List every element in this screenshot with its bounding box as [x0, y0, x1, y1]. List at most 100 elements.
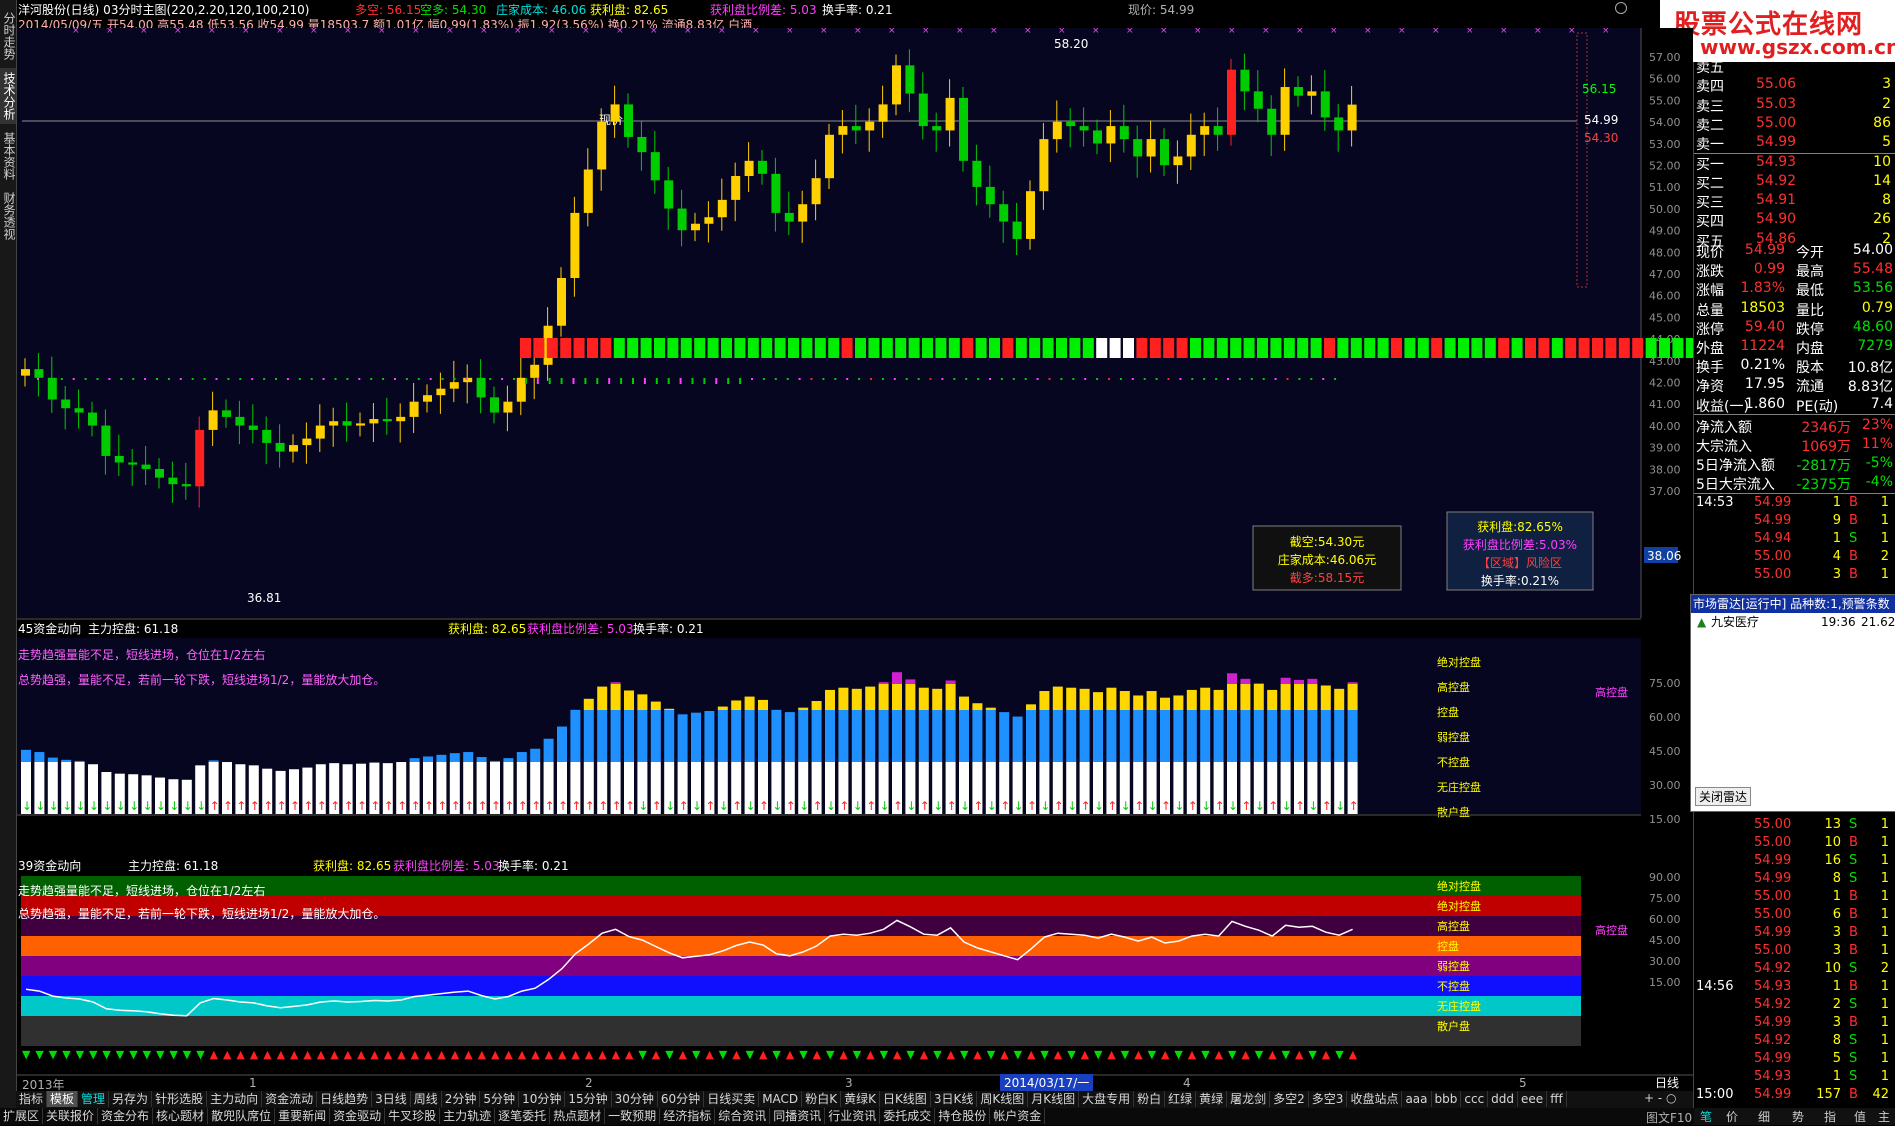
sub2-right-label: 高控盘	[1595, 923, 1628, 937]
sub1-arrow: ↑	[705, 799, 715, 813]
status-tab[interactable]: 牛叉珍股	[385, 1108, 440, 1124]
signal-dot	[584, 378, 586, 384]
radar-close-button[interactable]: 关闭雷达	[1695, 787, 1751, 806]
toolbar-xi[interactable]: 细	[1758, 1108, 1770, 1125]
indicator-tab[interactable]: 30分钟	[612, 1091, 658, 1107]
status-tab[interactable]: 持仓股份	[935, 1108, 990, 1124]
status-tab[interactable]: 同播资讯	[770, 1108, 825, 1124]
indicator-tab[interactable]: aaa	[1402, 1091, 1431, 1107]
status-tab[interactable]: 综合资讯	[715, 1108, 770, 1124]
status-tab[interactable]: 一致预期	[605, 1108, 660, 1124]
main-chart-area[interactable]: 现价 58.20 36.81 57.0056.0055.0054.0053.00…	[17, 28, 1693, 1090]
sub1-arrow: ↑	[625, 799, 635, 813]
status-tab[interactable]: 核心题材	[153, 1108, 208, 1124]
indicator-tab[interactable]: 周线	[411, 1091, 442, 1107]
indicator-tab[interactable]: 黄绿K	[841, 1091, 880, 1107]
indicator-tab[interactable]: 3日K线	[931, 1091, 978, 1107]
indicator-tab[interactable]: 月K线图	[1028, 1091, 1079, 1107]
indicator-tab[interactable]: eee	[1518, 1091, 1547, 1107]
indicator-tab[interactable]: 另存为	[109, 1091, 152, 1107]
indicator-tab[interactable]: ddd	[1488, 1091, 1518, 1107]
status-tab[interactable]: 散兜队席位	[208, 1108, 275, 1124]
indicator-tab[interactable]: 主力动向	[207, 1091, 262, 1107]
indicator-tab[interactable]: 收盘站点	[1347, 1091, 1402, 1107]
order-book-row[interactable]: 买一 54.93 10	[1694, 154, 1895, 173]
signal-bar	[533, 338, 544, 358]
indicator-tab[interactable]: 黄绿	[1196, 1091, 1227, 1107]
status-tab[interactable]: 经济指标	[660, 1108, 715, 1124]
radar-item[interactable]: ▲ 九安医疗 19:36 21.62	[1691, 613, 1895, 631]
indicator-tab[interactable]: 大盘专用	[1079, 1091, 1134, 1107]
toolbar-jia[interactable]: 价	[1726, 1108, 1738, 1125]
order-book-row[interactable]: 买二 54.92 14	[1694, 173, 1895, 192]
toolbar-zhu[interactable]: 主	[1878, 1108, 1890, 1125]
status-tab[interactable]: 资金驱动	[330, 1108, 385, 1124]
sub1-bar-segment	[1039, 691, 1049, 710]
indicator-tab[interactable]: bbb	[1432, 1091, 1462, 1107]
indicator-tab[interactable]: fff	[1547, 1091, 1567, 1107]
order-book-row[interactable]: 买四 54.90 26	[1694, 211, 1895, 230]
indicator-tab[interactable]: 红绿	[1165, 1091, 1196, 1107]
candle-body	[637, 137, 646, 152]
status-tab[interactable]: 逐笔委托	[495, 1108, 550, 1124]
market-radar-popup[interactable]: 市场雷达[运行中] 品种数:1,预警条数 ▲ 九安医疗 19:36 21.62 …	[1690, 594, 1895, 812]
sub2-arrow: ▲	[558, 1048, 567, 1061]
indicator-tab[interactable]: 日线买卖	[704, 1091, 759, 1107]
tab-jiben[interactable]: 基本资料	[0, 128, 16, 184]
sub1-arrow: ↑	[1000, 799, 1010, 813]
indicator-tab[interactable]: 针形选股	[152, 1091, 207, 1107]
tab-fenshi[interactable]: 分时走势	[0, 8, 16, 64]
indicator-tab[interactable]: 日K线图	[880, 1091, 931, 1107]
order-book-row[interactable]: 买三 54.91 8	[1694, 192, 1895, 211]
order-book-row[interactable]: 卖五	[1694, 57, 1895, 76]
order-book-row[interactable]: 卖四 55.06 3	[1694, 76, 1895, 95]
status-tab[interactable]: 帐户资金	[990, 1108, 1045, 1124]
tab-jishu[interactable]: 技术分析	[0, 68, 16, 124]
toolbar-bi[interactable]: 笔	[1700, 1108, 1712, 1125]
sub1-bar-segment	[1026, 710, 1036, 762]
indicator-tab[interactable]: 多空2	[1270, 1091, 1309, 1107]
status-tab[interactable]: 关联报价	[43, 1108, 98, 1124]
indicator-tab[interactable]: 60分钟	[658, 1091, 704, 1107]
status-tab[interactable]: 资金分布	[98, 1108, 153, 1124]
sub1-arrow: ↑	[866, 799, 876, 813]
status-tab[interactable]: 主力轨迹	[440, 1108, 495, 1124]
status-tab[interactable]: 热点题材	[550, 1108, 605, 1124]
toolbar-zhi2[interactable]: 值	[1854, 1108, 1866, 1125]
signal-dot	[299, 378, 301, 380]
order-book-row[interactable]: 卖二 55.00 86	[1694, 115, 1895, 134]
sub1-arrow: ↓	[1201, 799, 1211, 813]
indicator-tab[interactable]: 屠龙剑	[1227, 1091, 1270, 1107]
toolbar-zhi[interactable]: 指	[1824, 1108, 1836, 1125]
indicator-tab[interactable]: MACD	[759, 1091, 802, 1107]
indicator-tab[interactable]: 日线趋势	[317, 1091, 372, 1107]
toolbar-shi[interactable]: 势	[1792, 1108, 1804, 1125]
indicator-tab[interactable]: 模板	[47, 1091, 78, 1107]
indicator-tab[interactable]: 5分钟	[480, 1091, 519, 1107]
zoom-controls[interactable]: + - ○	[1644, 1091, 1694, 1108]
indicator-tab[interactable]: 2分钟	[442, 1091, 481, 1107]
indicator-tab[interactable]: 粉白K	[802, 1091, 841, 1107]
indicator-tab[interactable]: 15分钟	[565, 1091, 611, 1107]
status-tab[interactable]: 扩展区	[0, 1108, 43, 1124]
f10-button[interactable]: 图文F10	[1646, 1109, 1692, 1126]
indicator-tab[interactable]: 指标	[16, 1091, 47, 1107]
indicator-tab[interactable]: 管理	[78, 1091, 109, 1107]
signal-dot	[346, 378, 348, 380]
status-tab[interactable]: 重要新闻	[275, 1108, 330, 1124]
sub2-arrow: ▲	[866, 1048, 875, 1061]
order-book-row[interactable]: 卖一 54.99 5	[1694, 134, 1895, 153]
chart-toggle-icon[interactable]	[1615, 2, 1627, 14]
status-tab[interactable]: 行业资讯	[825, 1108, 880, 1124]
indicator-tab[interactable]: 多空3	[1309, 1091, 1348, 1107]
status-tab[interactable]: 委托成交	[880, 1108, 935, 1124]
time-axis-mode[interactable]: 日线	[1655, 1074, 1679, 1091]
indicator-tab[interactable]: 粉白	[1134, 1091, 1165, 1107]
indicator-tab[interactable]: 周K线图	[977, 1091, 1028, 1107]
indicator-tab[interactable]: 资金流动	[262, 1091, 317, 1107]
order-book-row[interactable]: 卖三 55.03 2	[1694, 96, 1895, 115]
indicator-tab[interactable]: 10分钟	[519, 1091, 565, 1107]
tab-caiwu[interactable]: 财务透视	[0, 188, 16, 244]
indicator-tab[interactable]: ccc	[1461, 1091, 1488, 1107]
indicator-tab[interactable]: 3日线	[372, 1091, 411, 1107]
